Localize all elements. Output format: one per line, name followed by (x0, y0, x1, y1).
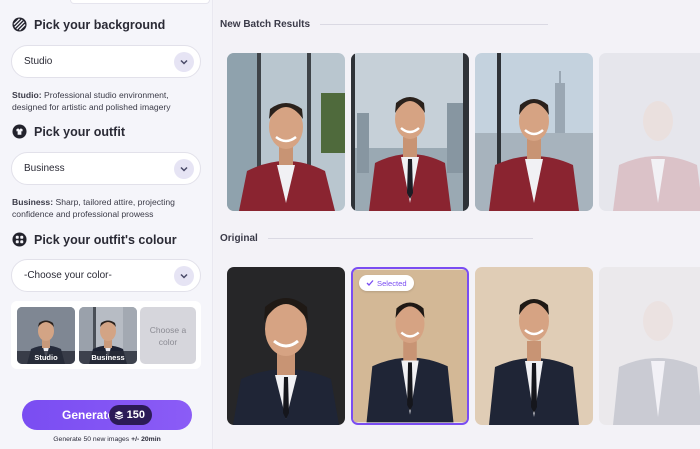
top-tab-stub (70, 0, 210, 4)
stripes-icon (12, 17, 27, 32)
studio-preview-thumb[interactable]: Studio (17, 307, 75, 364)
original-photo-card-selected[interactable]: Selected (351, 267, 469, 425)
original-portrait-image (599, 267, 700, 425)
studio-thumb-label: Studio (17, 351, 75, 364)
batch-divider (320, 24, 549, 25)
layers-icon (114, 411, 123, 420)
original-section-header: Original (220, 233, 533, 244)
generate-note-text: Generate 50 new images (53, 436, 132, 443)
batch-section-header: New Batch Results (220, 19, 549, 30)
selected-badge: Selected (359, 275, 414, 291)
background-desc-term: Studio: (12, 90, 42, 100)
colour-select-placeholder: -Choose your color- (24, 270, 112, 281)
outfit-desc-term: Business: (12, 197, 54, 207)
palette-icon (12, 232, 27, 247)
outfit-select-value: Business (24, 163, 65, 174)
batch-portrait-image (599, 53, 700, 211)
original-divider (267, 238, 533, 239)
original-portrait-image (227, 267, 345, 425)
background-title-text: Pick your background (34, 17, 166, 32)
settings-sidebar: Pick your background Studio Studio: Prof… (0, 0, 213, 449)
batch-portrait-image (351, 53, 469, 211)
batch-title: New Batch Results (220, 19, 311, 30)
background-select[interactable]: Studio (11, 45, 201, 78)
selected-badge-label: Selected (377, 278, 407, 288)
batch-result-card[interactable] (475, 53, 593, 211)
batch-result-card[interactable] (351, 53, 469, 211)
generate-note: Generate 50 new images +/- 20min (22, 436, 192, 443)
batch-result-card[interactable] (599, 53, 700, 211)
original-photo-card[interactable] (227, 267, 345, 425)
credits-count: 150 (126, 409, 145, 421)
outfit-description: Business: Sharp, tailored attire, projec… (12, 196, 202, 220)
results-panel: New Batch Results Original Selected (214, 0, 700, 449)
colour-title-text: Pick your outfit's colour (34, 232, 177, 247)
batch-portrait-image (227, 53, 345, 211)
outfit-select[interactable]: Business (11, 152, 201, 185)
generate-button[interactable]: Generate 150 (22, 400, 192, 430)
choose-color-placeholder[interactable]: Choose a color (140, 307, 196, 364)
original-photo-card[interactable] (475, 267, 593, 425)
chevron-down-icon[interactable] (174, 266, 194, 286)
selection-preview-strip: Studio Business Choose a color (11, 301, 201, 369)
credits-badge: 150 (108, 405, 152, 425)
background-description: Studio: Professional studio environment,… (12, 89, 202, 113)
business-preview-thumb[interactable]: Business (79, 307, 137, 364)
original-portrait-image (353, 269, 467, 423)
batch-result-card[interactable] (227, 53, 345, 211)
outfit-title-text: Pick your outfit (34, 124, 125, 139)
chevron-down-icon[interactable] (174, 159, 194, 179)
original-photo-card[interactable] (599, 267, 700, 425)
background-section-title: Pick your background (12, 17, 165, 32)
original-title: Original (220, 233, 258, 244)
check-icon (366, 280, 374, 286)
background-select-value: Studio (24, 56, 53, 67)
generate-note-time: +/- 20min (131, 436, 161, 443)
generate-button-label: Generate (62, 408, 115, 422)
shirt-icon (12, 124, 27, 139)
outfit-section-title: Pick your outfit (12, 124, 125, 139)
chevron-down-icon[interactable] (174, 52, 194, 72)
colour-section-title: Pick your outfit's colour (12, 232, 177, 247)
colour-select[interactable]: -Choose your color- (11, 259, 201, 292)
original-portrait-image (475, 267, 593, 425)
batch-portrait-image (475, 53, 593, 211)
business-thumb-label: Business (79, 351, 137, 364)
